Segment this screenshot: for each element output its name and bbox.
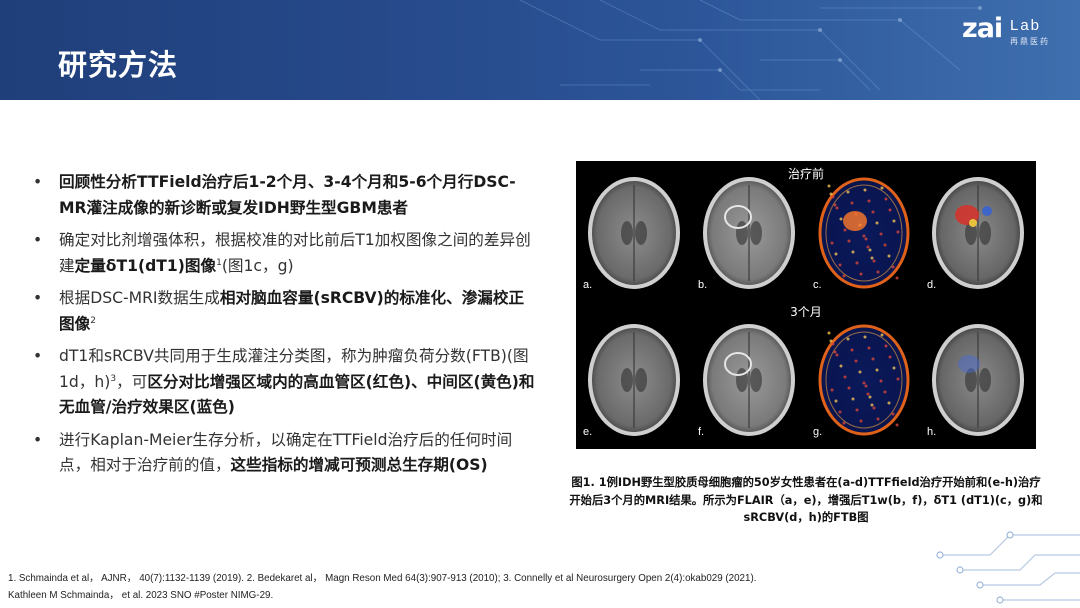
header-banner: 研究方法 zai Lab 再鼎医药	[0, 0, 1080, 100]
bullet-dot-icon: •	[33, 430, 43, 449]
mri-figure: 治疗前 3个月 a. b. c. d. e. f. g. h.	[576, 161, 1036, 449]
method-bullet-list: • 回顾性分析TTField治疗后1-2个月、3-4个月和5-6个月行DSC-MR…	[28, 170, 538, 486]
panel-letter: d.	[927, 279, 937, 291]
bullet-dot-icon: •	[33, 347, 43, 365]
panel-letter: g.	[813, 426, 823, 438]
mri-panel-t1: f.	[694, 318, 804, 442]
bullet-text: 根据DSC-MRI数据生成	[59, 289, 220, 307]
mri-panel-flair: a.	[579, 171, 689, 295]
reference-line-1: 1. Schmainda et al， AJNR， 40(7):1132-113…	[8, 573, 757, 584]
logo-chinese-text: 再鼎医药	[1010, 37, 1050, 46]
mri-panel-ftb: d.	[923, 171, 1033, 295]
bullet-superscript: 2	[90, 315, 96, 326]
bullet-text: 回顾性分析TTField治疗后1-2个月、3-4个月和5-6个月行DSC-MR灌…	[59, 173, 516, 217]
panel-letter: f.	[698, 426, 705, 438]
page-title: 研究方法	[58, 48, 179, 82]
bullet-item: • 确定对比剂增强体积，根据校准的对比前后T1加权图像之间的差异创建定量δT1(d…	[28, 228, 538, 279]
reference-line-2: Kathleen M Schmainda， et al. 2023 SNO #P…	[8, 590, 274, 601]
bullet-dot-icon: •	[33, 231, 43, 249]
bullet-text: (图1c，g)	[221, 256, 294, 275]
mri-panel-t1: b.	[694, 171, 804, 295]
mri-panel-dt1: g.	[809, 318, 919, 442]
bullet-item: • 根据DSC-MRI数据生成相对脑血容量(sRCBV)的标准化、渗漏校正图像2	[28, 286, 538, 337]
mri-panel-dt1: c.	[809, 171, 919, 295]
logo-lab-text: Lab	[1010, 17, 1042, 34]
panel-letter: h.	[927, 426, 937, 438]
bullet-text: ，可	[116, 372, 148, 391]
panel-letter: e.	[583, 426, 593, 438]
bullet-item: • dT1和sRCBV共同用于生成灌注分类图，称为肿瘤负荷分数(FTB)(图1d，…	[28, 344, 538, 421]
panel-letter: c.	[813, 279, 822, 291]
bullet-text: 这些指标的增减可预测总生存期(OS)	[230, 456, 488, 474]
mri-panel-ftb: h.	[923, 318, 1033, 442]
bullet-dot-icon: •	[33, 173, 43, 191]
panel-letter: a.	[583, 279, 593, 291]
bullet-text: 定量δT1(dT1)图像	[74, 256, 217, 275]
company-logo: zai Lab 再鼎医药	[962, 14, 1066, 48]
bullet-item: • 回顾性分析TTField治疗后1-2个月、3-4个月和5-6个月行DSC-MR…	[28, 170, 538, 221]
bullet-dot-icon: •	[33, 289, 43, 307]
bullet-item: • 进行Kaplan-Meier生存分析，以确定在TTField治疗后的任何时间点…	[28, 428, 538, 479]
mri-panel-flair: e.	[579, 318, 689, 442]
references: 1. Schmainda et al， AJNR， 40(7):1132-113…	[8, 570, 1018, 604]
logo-main-text: zai	[962, 13, 1003, 44]
panel-letter: b.	[698, 279, 708, 291]
